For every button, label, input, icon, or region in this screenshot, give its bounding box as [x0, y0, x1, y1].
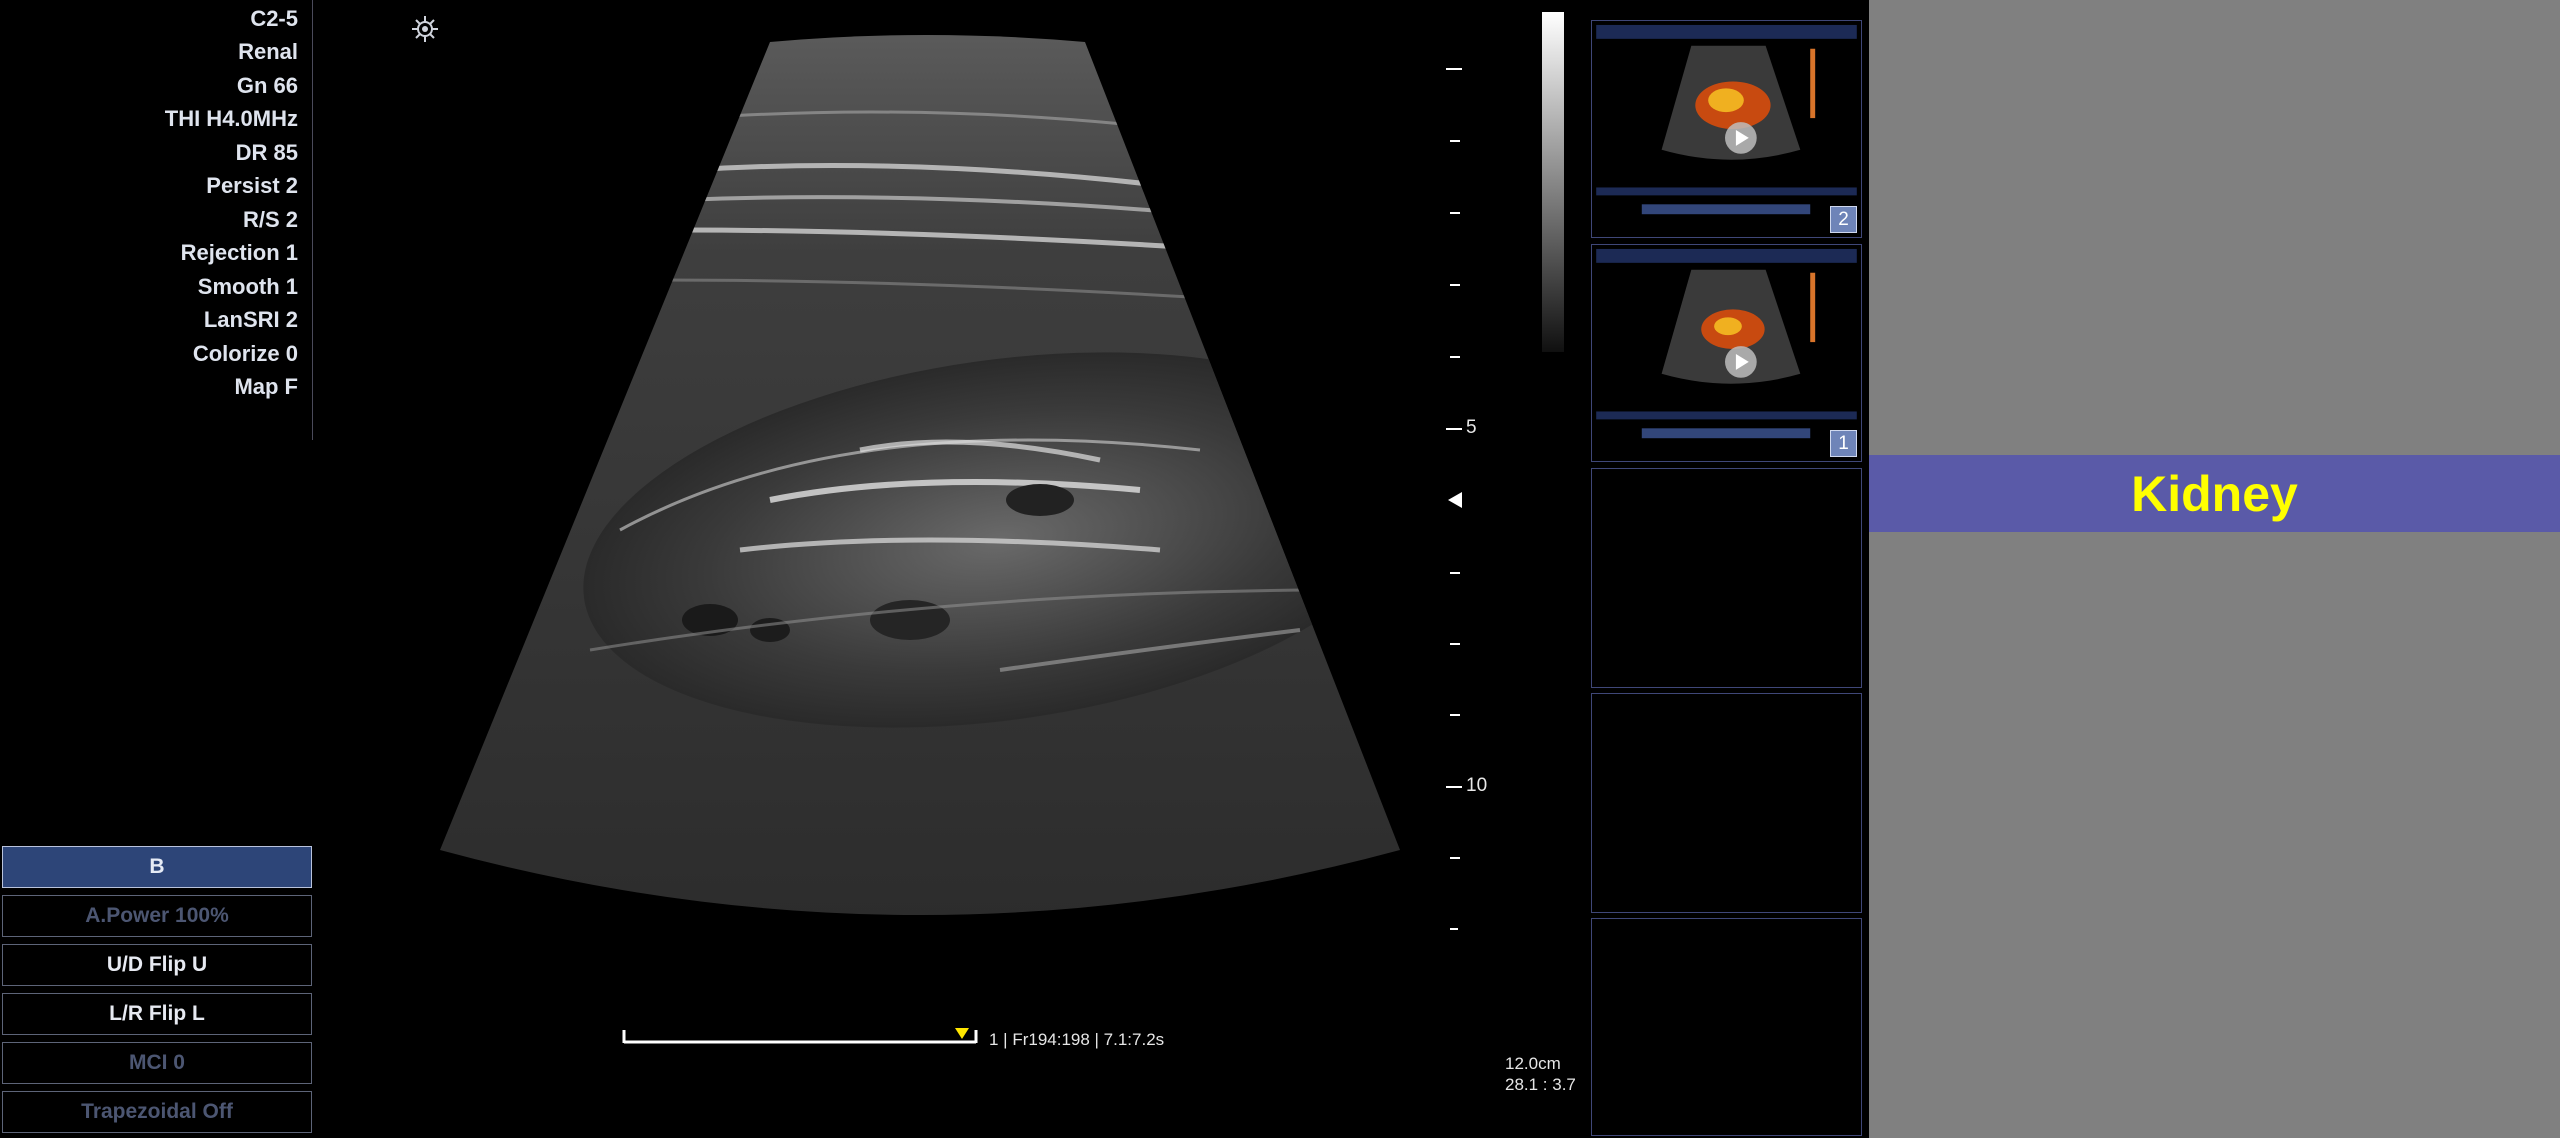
- depth-tick: [1450, 714, 1460, 716]
- param-persist: Persist 2: [206, 173, 298, 198]
- depth-tick: [1450, 140, 1460, 142]
- ultrasound-screen: C2-5 Renal Gn 66 THI H4.0MHz DR 85 Persi…: [0, 0, 1869, 1138]
- depth-tick: [1450, 857, 1460, 859]
- depth-label-5: 5: [1466, 417, 1477, 438]
- depth-value: 12.0cm: [1505, 1054, 1561, 1073]
- left-right-flip-button[interactable]: L/R Flip L: [2, 993, 312, 1035]
- color-doppler-thumbnail-image: [1596, 248, 1857, 439]
- b-mode-button[interactable]: B: [2, 846, 312, 888]
- param-rs: R/S 2: [242, 207, 298, 232]
- depth-readout: 12.0cm 28.1 : 3.7: [1505, 1053, 1576, 1095]
- param-gain: Gn 66: [236, 73, 298, 98]
- cine-loop-bar[interactable]: [620, 1026, 980, 1044]
- clipboard-thumbnail[interactable]: 1: [1591, 244, 1862, 462]
- organ-title-banner: Kidney: [1869, 455, 2560, 532]
- depth-tick: [1450, 928, 1458, 930]
- depth-tick: [1450, 643, 1460, 645]
- clipboard-thumbnail[interactable]: 2: [1591, 20, 1862, 238]
- depth-label-10: 10: [1466, 775, 1488, 796]
- clipboard-empty-slot[interactable]: [1591, 693, 1862, 913]
- depth-scale: 5 10: [1440, 0, 1520, 960]
- probe-orientation-icon: [412, 16, 438, 42]
- grayscale-map-bar: [1542, 12, 1564, 352]
- param-rejection: Rejection 1: [180, 240, 298, 265]
- depth-tick: [1446, 786, 1462, 788]
- param-dynamic-range: DR 85: [235, 140, 298, 165]
- trapezoidal-button[interactable]: Trapezoidal Off: [2, 1091, 312, 1133]
- param-preset: Renal: [238, 39, 298, 64]
- depth-tick: [1450, 284, 1460, 286]
- ultrasound-image[interactable]: [440, 30, 1400, 930]
- up-down-flip-button[interactable]: U/D Flip U: [2, 944, 312, 986]
- param-colorize: Colorize 0: [192, 341, 298, 366]
- param-thi: THI H4.0MHz: [164, 106, 298, 131]
- color-doppler-thumbnail-image: [1596, 24, 1857, 215]
- thumbnail-badge: 2: [1830, 206, 1857, 233]
- depth-tick: [1446, 428, 1462, 430]
- param-probe: C2-5: [250, 6, 298, 31]
- cine-marker-icon: [955, 1028, 969, 1039]
- clipboard-empty-slot[interactable]: [1591, 468, 1862, 688]
- thumbnail-badge: 1: [1830, 430, 1857, 457]
- param-lansri: LanSRI 2: [203, 307, 298, 332]
- depth-tick: [1450, 356, 1460, 358]
- clipboard-empty-slot[interactable]: [1591, 918, 1862, 1136]
- right-gray-pane: [1869, 0, 2560, 1138]
- param-map: Map F: [234, 374, 298, 399]
- depth-tick: [1450, 212, 1460, 214]
- mci-button[interactable]: MCI 0: [2, 1042, 312, 1084]
- cine-frame-readout: 1 | Fr194:198 | 7.1:7.2s: [989, 1030, 1165, 1049]
- acoustic-power-button[interactable]: A.Power 100%: [2, 895, 312, 937]
- ratio-value: 28.1 : 3.7: [1505, 1075, 1576, 1094]
- imaging-parameters-panel: C2-5 Renal Gn 66 THI H4.0MHz DR 85 Persi…: [0, 0, 313, 440]
- organ-title: Kidney: [2131, 465, 2298, 522]
- depth-tick: [1450, 572, 1460, 574]
- focus-marker-icon[interactable]: [1448, 492, 1462, 508]
- param-smooth: Smooth 1: [197, 274, 298, 299]
- depth-tick: [1446, 68, 1462, 70]
